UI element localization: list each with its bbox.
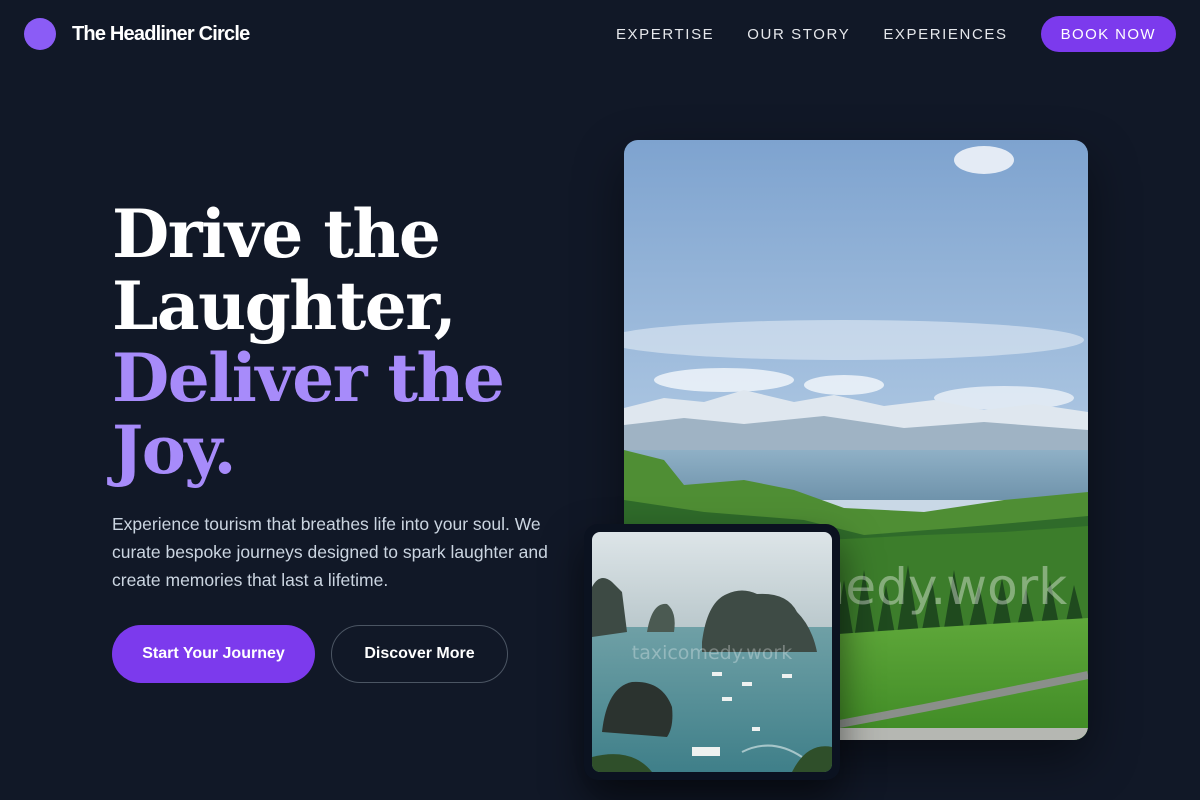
discover-more-button[interactable]: Discover More (331, 625, 508, 683)
bay-islands-illustration (592, 532, 832, 772)
start-journey-button[interactable]: Start Your Journey (112, 625, 315, 683)
site-header: The Headliner Circle EXPERTISE OUR STORY… (0, 0, 1200, 68)
main-nav: EXPERTISE OUR STORY EXPERIENCES BOOK NOW (616, 16, 1176, 52)
nav-link-experiences[interactable]: EXPERIENCES (883, 26, 1007, 43)
book-now-button[interactable]: BOOK NOW (1040, 16, 1176, 52)
brand-logo[interactable]: The Headliner Circle (24, 18, 250, 50)
hero-title-line: Drive the (112, 195, 441, 273)
hero-description: Experience tourism that breathes life in… (112, 514, 548, 590)
nav-link-expertise[interactable]: EXPERTISE (616, 26, 714, 43)
hero-title-highlight: Joy. (112, 411, 237, 489)
hero-title-line: Laughter, (112, 267, 457, 345)
brand-name: The Headliner Circle (72, 22, 250, 45)
hero-title: Drive the Laughter, Deliver the Joy. (112, 198, 582, 486)
hero-title-highlight: Deliver the (112, 339, 505, 417)
logo-circle-icon (24, 18, 56, 50)
nav-link-our-story[interactable]: OUR STORY (747, 26, 850, 43)
bay-islands-image: taxicomedy.work (592, 532, 832, 772)
